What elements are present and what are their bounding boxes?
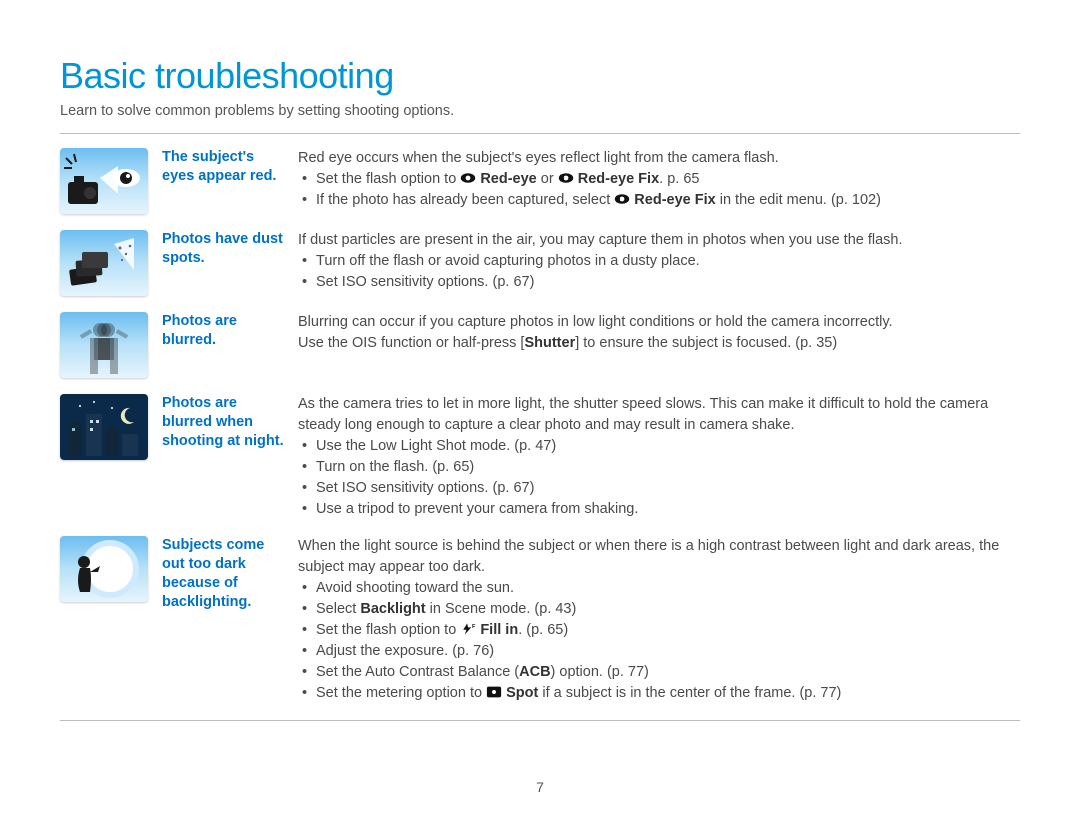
text: Blurring can occur if you capture photos… <box>298 314 893 330</box>
page-intro: Learn to solve common problems by settin… <box>60 103 1020 134</box>
list-item: Use a tripod to prevent your camera from… <box>298 499 1020 520</box>
description-lead: If dust particles are present in the air… <box>298 230 1020 251</box>
bold-text: Shutter <box>524 335 575 351</box>
problem-thumbnail <box>60 230 148 296</box>
text: Use the OIS function or half-press [ <box>298 335 524 351</box>
problem-thumbnail <box>60 394 148 460</box>
list-item: Set the metering option to Spot if a sub… <box>298 683 1020 704</box>
bottom-separator <box>60 720 1020 721</box>
list-item: Set the Auto Contrast Balance (ACB) opti… <box>298 662 1020 683</box>
text: or <box>537 171 558 187</box>
table-row: The subject's eyes appear red.Red eye oc… <box>60 148 1020 214</box>
text: if a subject is in the center of the fra… <box>538 685 841 701</box>
problem-description: If dust particles are present in the air… <box>298 230 1020 293</box>
description-lead: When the light source is behind the subj… <box>298 536 1020 578</box>
solution-list: Use the Low Light Shot mode. (p. 47) Turn… <box>298 436 1020 520</box>
description-lead: As the camera tries to let in more light… <box>298 394 1020 436</box>
eye-fix-icon <box>614 192 630 208</box>
problem-thumbnail <box>60 148 148 214</box>
text: Avoid shooting toward the sun. <box>316 580 514 596</box>
solution-list: Set the flash option to Red-eye or Red-e… <box>298 169 1020 211</box>
list-item: Set ISO sensitivity options. (p. 67) <box>298 272 1020 293</box>
bold-text: Fill in <box>480 622 518 638</box>
problem-label: Photos are blurred when shooting at nigh… <box>148 394 298 451</box>
problem-description: As the camera tries to let in more light… <box>298 394 1020 520</box>
list-item: Adjust the exposure. (p. 76) <box>298 641 1020 662</box>
list-item: Turn off the flash or avoid capturing ph… <box>298 251 1020 272</box>
troubleshooting-table: The subject's eyes appear red.Red eye oc… <box>60 148 1020 704</box>
page-title: Basic troubleshooting <box>60 55 1020 97</box>
list-item: Use the Low Light Shot mode. (p. 47) <box>298 436 1020 457</box>
text: in Scene mode. (p. 43) <box>426 601 577 617</box>
description-lead: Blurring can occur if you capture photos… <box>298 312 1020 354</box>
bold-text: Red-eye <box>480 171 536 187</box>
page-number: 7 <box>0 779 1080 795</box>
bold-text: Backlight <box>360 601 425 617</box>
text: Set ISO sensitivity options. (p. 67) <box>316 274 534 290</box>
list-item: Turn on the flash. (p. 65) <box>298 457 1020 478</box>
text: in the edit menu. (p. 102) <box>716 192 881 208</box>
text: Set the Auto Contrast Balance ( <box>316 664 519 680</box>
text: Set the metering option to <box>316 685 486 701</box>
problem-label: Subjects come out too dark because of ba… <box>148 536 298 611</box>
problem-description: Blurring can occur if you capture photos… <box>298 312 1020 354</box>
text: Set ISO sensitivity options. (p. 67) <box>316 480 534 496</box>
problem-thumbnail <box>60 536 148 602</box>
text: Set the flash option to <box>316 622 460 638</box>
spot-icon <box>486 685 502 701</box>
text: . p. 65 <box>659 171 699 187</box>
svg-text:F: F <box>472 624 476 630</box>
text: If the photo has already been captured, … <box>316 192 614 208</box>
table-row: Photos are blurred.Blurring can occur if… <box>60 312 1020 378</box>
list-item: Avoid shooting toward the sun. <box>298 578 1020 599</box>
problem-description: When the light source is behind the subj… <box>298 536 1020 704</box>
bold-text: Red-eye Fix <box>578 171 659 187</box>
problem-label: Photos have dust spots. <box>148 230 298 268</box>
list-item: Set the flash option to Red-eye or Red-e… <box>298 169 1020 190</box>
description-lead: Red eye occurs when the subject's eyes r… <box>298 148 1020 169</box>
text: ] to ensure the subject is focused. (p. … <box>575 335 837 351</box>
text: . (p. 65) <box>518 622 568 638</box>
bold-text: Red-eye Fix <box>634 192 715 208</box>
text: Use the Low Light Shot mode. (p. 47) <box>316 438 556 454</box>
flash-fill-icon: F <box>460 622 476 638</box>
solution-list: Avoid shooting toward the sun. Select Bac… <box>298 578 1020 704</box>
eye-icon <box>460 171 476 187</box>
problem-description: Red eye occurs when the subject's eyes r… <box>298 148 1020 211</box>
list-item: Set the flash option to F Fill in. (p. 6… <box>298 620 1020 641</box>
text: Turn off the flash or avoid capturing ph… <box>316 253 700 269</box>
bold-text: Spot <box>506 685 538 701</box>
list-item: Select Backlight in Scene mode. (p. 43) <box>298 599 1020 620</box>
table-row: Photos are blurred when shooting at nigh… <box>60 394 1020 520</box>
list-item: Set ISO sensitivity options. (p. 67) <box>298 478 1020 499</box>
list-item: If the photo has already been captured, … <box>298 190 1020 211</box>
text: Set the flash option to <box>316 171 460 187</box>
table-row: Photos have dust spots.If dust particles… <box>60 230 1020 296</box>
table-row: Subjects come out too dark because of ba… <box>60 536 1020 704</box>
solution-list: Turn off the flash or avoid capturing ph… <box>298 251 1020 293</box>
text: Select <box>316 601 360 617</box>
text: Use a tripod to prevent your camera from… <box>316 501 638 517</box>
text: ) option. (p. 77) <box>551 664 649 680</box>
problem-label: Photos are blurred. <box>148 312 298 350</box>
bold-text: ACB <box>519 664 550 680</box>
text: Adjust the exposure. (p. 76) <box>316 643 494 659</box>
text: Turn on the flash. (p. 65) <box>316 459 474 475</box>
problem-thumbnail <box>60 312 148 378</box>
eye-fix-icon <box>558 171 574 187</box>
problem-label: The subject's eyes appear red. <box>148 148 298 186</box>
